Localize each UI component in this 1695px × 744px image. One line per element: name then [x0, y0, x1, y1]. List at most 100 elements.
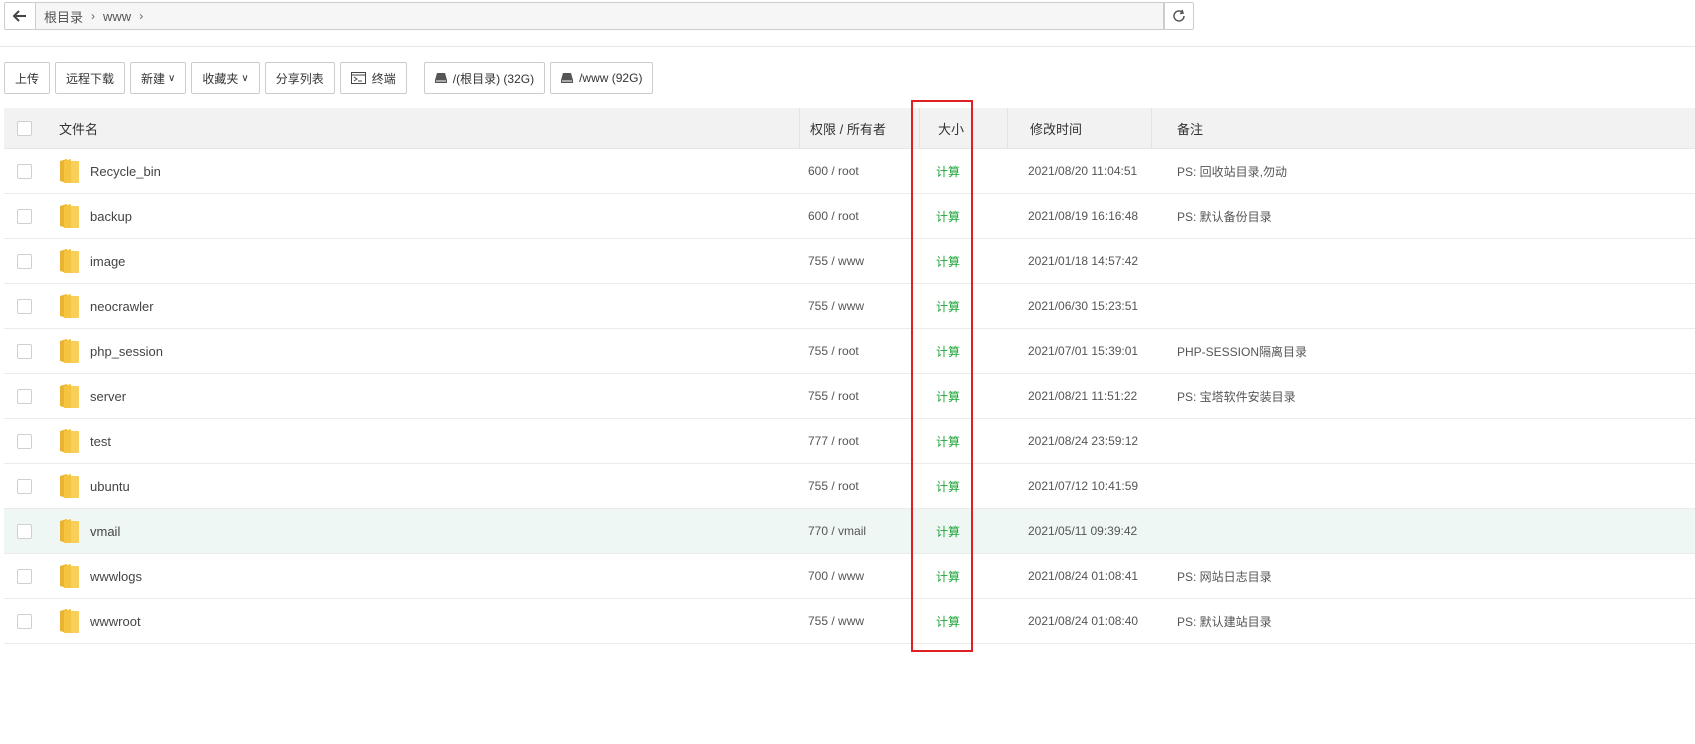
name-cell: image: [44, 248, 800, 274]
file-name-link[interactable]: image: [90, 254, 125, 269]
row-checkbox[interactable]: [16, 298, 32, 314]
note-cell[interactable]: PS: 回收站目录,勿动: [1168, 163, 1695, 180]
header-perm[interactable]: 权限 / 所有者: [800, 119, 920, 138]
header-name[interactable]: 文件名: [44, 119, 800, 138]
table-row[interactable]: test 777 / root 计算 2021/08/24 23:59:12: [4, 419, 1695, 464]
file-name-link[interactable]: test: [90, 434, 111, 449]
note-cell[interactable]: PS: 默认建站目录: [1168, 613, 1695, 630]
header-note[interactable]: 备注: [1168, 119, 1695, 138]
table-row[interactable]: wwwlogs 700 / www 计算 2021/08/24 01:08:41 PS:…: [4, 554, 1695, 599]
file-name-link[interactable]: php_session: [90, 344, 163, 359]
calculate-size-link[interactable]: 计算: [936, 390, 960, 404]
mtime-cell: 2021/01/18 14:57:42: [1028, 254, 1139, 268]
calculate-size-link[interactable]: 计算: [936, 165, 960, 179]
path-breadcrumb[interactable]: 根目录 › www ›: [36, 2, 1164, 30]
folder-icon: [58, 563, 80, 589]
perm-cell[interactable]: 755 / root: [800, 479, 920, 493]
table-row[interactable]: neocrawler 755 / www 计算 2021/06/30 15:23:51: [4, 284, 1695, 329]
calculate-size-link[interactable]: 计算: [936, 300, 960, 314]
row-checkbox[interactable]: [16, 568, 32, 584]
folder-icon: [58, 473, 80, 499]
calculate-size-link[interactable]: 计算: [936, 480, 960, 494]
table-row[interactable]: wwwroot 755 / www 计算 2021/08/24 01:08:40 PS:…: [4, 599, 1695, 644]
refresh-button[interactable]: [1164, 2, 1194, 30]
table-row[interactable]: ubuntu 755 / root 计算 2021/07/12 10:41:59: [4, 464, 1695, 509]
size-cell: 计算: [920, 478, 1020, 495]
header-size[interactable]: 大小: [920, 119, 1020, 138]
perm-cell[interactable]: 755 / www: [800, 254, 920, 268]
folder-icon: [58, 293, 80, 319]
perm-cell[interactable]: 777 / root: [800, 434, 920, 448]
calculate-size-link[interactable]: 计算: [936, 615, 960, 629]
header-mtime[interactable]: 修改时间: [1020, 119, 1168, 138]
row-checkbox[interactable]: [16, 433, 32, 449]
file-name-link[interactable]: wwwroot: [90, 614, 141, 629]
file-name-link[interactable]: vmail: [90, 524, 120, 539]
note-cell[interactable]: PS: 网站日志目录: [1168, 568, 1695, 585]
select-all-checkbox[interactable]: [16, 120, 32, 136]
size-cell: 计算: [920, 253, 1020, 270]
calculate-size-link[interactable]: 计算: [936, 210, 960, 224]
back-button[interactable]: [4, 2, 36, 30]
mtime-cell: 2021/07/12 10:41:59: [1028, 479, 1139, 493]
file-name-link[interactable]: neocrawler: [90, 299, 154, 314]
disk-root-button[interactable]: /(根目录) (32G): [423, 62, 546, 94]
row-checkbox[interactable]: [16, 343, 32, 359]
perm-cell[interactable]: 600 / root: [800, 164, 920, 178]
size-cell: 计算: [920, 433, 1020, 450]
perm-cell[interactable]: 700 / www: [800, 569, 920, 583]
row-checkbox[interactable]: [16, 613, 32, 629]
note-cell[interactable]: PHP-SESSION隔离目录: [1168, 343, 1695, 360]
perm-cell[interactable]: 600 / root: [800, 209, 920, 223]
crumb-label: www: [103, 8, 132, 24]
new-dropdown[interactable]: 新建 ∨: [130, 62, 187, 94]
row-checkbox[interactable]: [16, 208, 32, 224]
chevron-right-icon: ›: [91, 9, 96, 23]
row-checkbox[interactable]: [16, 388, 32, 404]
row-checkbox[interactable]: [16, 253, 32, 269]
share-list-button[interactable]: 分享列表: [264, 62, 335, 94]
note-cell[interactable]: PS: 宝塔软件安装目录: [1168, 388, 1695, 405]
perm-cell[interactable]: 755 / root: [800, 389, 920, 403]
perm-cell[interactable]: 755 / root: [800, 344, 920, 358]
size-cell: 计算: [920, 343, 1020, 360]
calculate-size-link[interactable]: 计算: [936, 255, 960, 269]
mtime-cell: 2021/05/11 09:39:42: [1028, 524, 1138, 538]
crumb-root[interactable]: 根目录 ›: [44, 7, 95, 26]
calculate-size-link[interactable]: 计算: [936, 525, 960, 539]
favorites-dropdown[interactable]: 收藏夹 ∨: [191, 62, 260, 94]
file-name-link[interactable]: ubuntu: [90, 479, 130, 494]
file-name-link[interactable]: wwwlogs: [90, 569, 142, 584]
row-checkbox[interactable]: [16, 523, 32, 539]
calculate-size-link[interactable]: 计算: [936, 435, 960, 449]
new-label: 新建: [141, 71, 166, 86]
row-checkbox[interactable]: [16, 478, 32, 494]
folder-icon: [58, 203, 80, 229]
file-table: 文件名 权限 / 所有者 大小 修改时间 备注 Recycle_bin 600 /…: [4, 108, 1695, 644]
upload-button[interactable]: 上传: [4, 62, 51, 94]
disk-www-button[interactable]: /www (92G): [550, 62, 654, 94]
size-cell: 计算: [920, 298, 1020, 315]
disk-www-label: /www (92G): [579, 71, 643, 85]
table-row[interactable]: image 755 / www 计算 2021/01/18 14:57:42: [4, 239, 1695, 284]
file-name-link[interactable]: Recycle_bin: [90, 164, 161, 179]
disk-root-label: /(根目录) (32G): [452, 71, 535, 86]
table-row[interactable]: server 755 / root 计算 2021/08/21 11:51:22 PS:…: [4, 374, 1695, 419]
table-row[interactable]: Recycle_bin 600 / root 计算 2021/08/20 11:04:…: [4, 149, 1695, 194]
row-checkbox[interactable]: [16, 163, 32, 179]
perm-cell[interactable]: 770 / vmail: [800, 524, 920, 538]
terminal-button[interactable]: 终端: [339, 62, 407, 94]
table-row[interactable]: vmail 770 / vmail 计算 2021/05/11 09:39:42: [4, 509, 1695, 554]
calculate-size-link[interactable]: 计算: [936, 345, 960, 359]
table-row[interactable]: backup 600 / root 计算 2021/08/19 16:16:48 PS:…: [4, 194, 1695, 239]
file-name-link[interactable]: server: [90, 389, 126, 404]
crumb-www[interactable]: www ›: [103, 9, 143, 24]
perm-cell[interactable]: 755 / www: [800, 614, 920, 628]
table-row[interactable]: php_session 755 / root 计算 2021/07/01 15:39:…: [4, 329, 1695, 374]
note-cell[interactable]: PS: 默认备份目录: [1168, 208, 1695, 225]
perm-cell[interactable]: 755 / www: [800, 299, 920, 313]
file-name-link[interactable]: backup: [90, 209, 132, 224]
chevron-right-icon: ›: [139, 9, 144, 23]
remote-download-button[interactable]: 远程下载: [55, 62, 126, 94]
calculate-size-link[interactable]: 计算: [936, 570, 960, 584]
